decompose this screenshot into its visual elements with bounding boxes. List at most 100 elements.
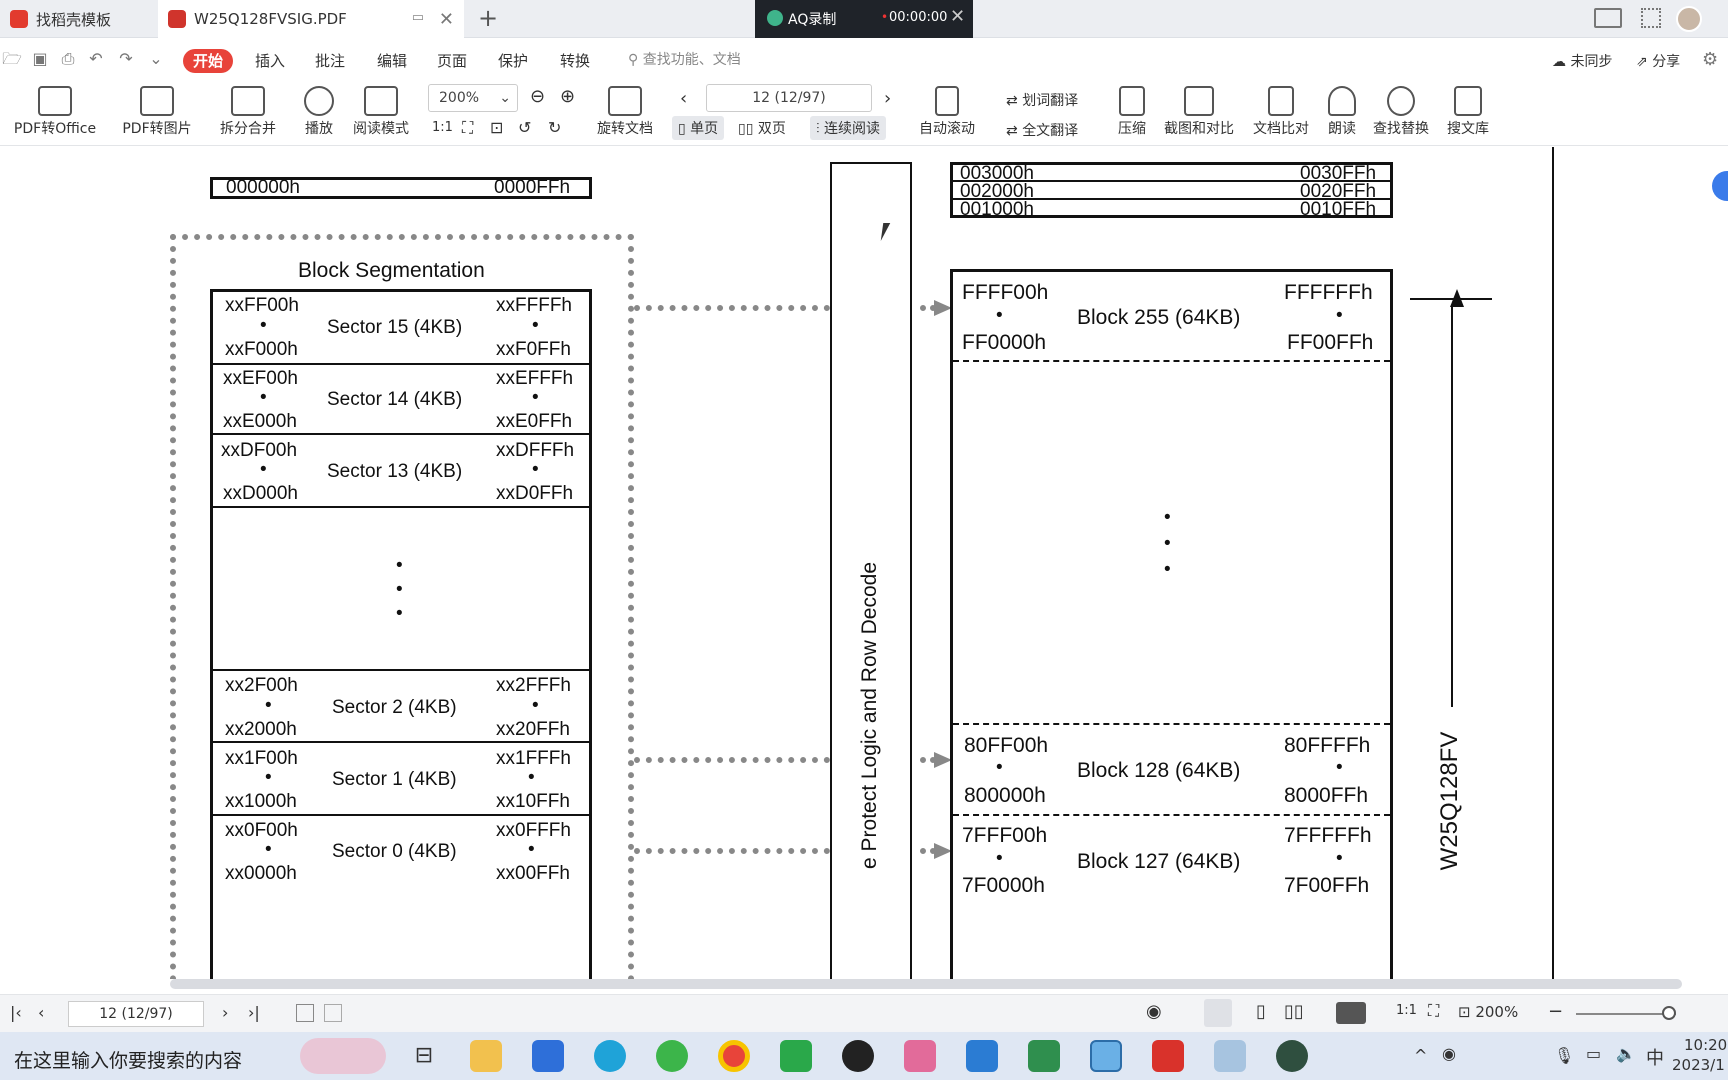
back-icon[interactable] [296,1004,314,1022]
file-explorer-icon[interactable] [470,1040,502,1072]
zoom-select[interactable]: ⊡ 200% [1458,1003,1518,1021]
ime-indicator[interactable]: 中 [1646,1044,1664,1070]
rotate-left-icon[interactable]: ↺ [518,118,531,137]
zoom-slider-track[interactable] [1576,1013,1676,1015]
next-page-icon[interactable]: › [222,1003,228,1022]
tray-app-icon[interactable]: ◉ [1442,1044,1456,1063]
read-aloud-button[interactable]: 朗读 [1324,86,1360,138]
rotate-right-icon[interactable]: ↻ [548,118,561,137]
close-recording-icon[interactable]: ✕ [950,6,965,27]
prev-page-icon[interactable]: ‹ [38,1003,44,1022]
last-page-icon[interactable]: ›| [248,1003,260,1022]
next-page-icon[interactable]: › [884,88,891,109]
rotate-doc-button[interactable]: 旋转文档 [590,86,660,138]
window-layout-icon[interactable] [1594,8,1622,28]
chrome-icon[interactable] [718,1040,750,1072]
recorder-app-icon[interactable] [1276,1040,1308,1072]
wps-icon[interactable] [1152,1040,1184,1072]
close-tab-icon[interactable]: ✕ [439,9,454,30]
settings-gear-icon[interactable]: ⚙ [1702,49,1718,70]
button-label: 压缩 [1118,121,1146,137]
bilibili-icon[interactable] [904,1040,936,1072]
vscode-icon[interactable] [966,1040,998,1072]
fit-page-icon[interactable]: ⛶ [462,118,473,138]
find-replace-button[interactable]: 查找替换 [1370,86,1432,138]
full-translate-button[interactable]: ⇄ 全文翻译 [1006,120,1078,140]
first-page-icon[interactable]: |‹ [10,1003,22,1022]
microphone-tray-icon[interactable]: 🎙 [1554,1046,1574,1065]
feature-search[interactable]: ⚲ 查找功能、文档 [628,49,741,69]
store-icon[interactable] [532,1040,564,1072]
wechat-icon[interactable] [656,1040,688,1072]
split-merge-button[interactable]: 拆分合并 [210,86,286,138]
volume-mute-icon[interactable]: 🔈 [1616,1044,1636,1063]
open-folder-icon[interactable]: 🗁 [2,49,22,69]
eye-protect-icon[interactable]: ◉ [1146,1001,1162,1022]
tab-template[interactable]: 找稻壳模板 [0,0,152,38]
sync-status[interactable]: ☁ 未同步 [1552,51,1612,71]
auto-scroll-button[interactable]: 自动滚动 [912,86,982,138]
forward-icon[interactable] [324,1004,342,1022]
continuous-read-button[interactable]: ⫶ 连续阅读 [810,116,886,140]
undo-icon[interactable]: ↶ [86,49,106,69]
menu-protect[interactable]: 保护 [498,49,528,73]
task-view-icon[interactable]: ⊟ [408,1040,440,1072]
status-page-input[interactable]: 12 (12/97) [68,1001,204,1027]
keil-icon[interactable] [1028,1040,1060,1072]
display-icon[interactable]: ▭ [1586,1044,1601,1063]
print-icon[interactable]: ⎙ [58,49,78,69]
single-page-button[interactable]: ▯ 单页 [672,116,725,140]
stm32-tool-icon[interactable] [1090,1040,1122,1072]
fit-page-icon[interactable]: ⛶ [1428,1001,1439,1021]
horizontal-scrollbar[interactable] [170,979,1682,989]
actual-size-icon[interactable]: 1:1 [1396,1003,1417,1018]
actual-size-icon[interactable]: 1:1 [432,120,453,135]
menu-edit[interactable]: 编辑 [377,49,407,73]
continuous-view-icon[interactable] [1204,999,1232,1027]
grid-apps-icon[interactable] [1641,8,1661,28]
quick-access-dropdown-icon[interactable]: ⌄ [146,49,166,69]
paint-icon[interactable] [1214,1040,1246,1072]
menu-insert[interactable]: 插入 [255,49,285,73]
edge-browser-icon[interactable] [594,1040,626,1072]
fit-width-icon[interactable]: ⊡ [490,118,503,137]
taskbar-search[interactable]: 在这里输入你要搜索的内容 [14,1046,242,1073]
tab-pdf[interactable]: W25Q128FVSIG.PDF ▭ ✕ [158,0,464,38]
double-view-icon[interactable]: ▯▯ [1284,1001,1304,1022]
menu-annotate[interactable]: 批注 [315,49,345,73]
play-slideshow-icon[interactable] [1336,1002,1366,1024]
xbox-icon[interactable] [780,1040,812,1072]
save-icon[interactable]: ▣ [30,49,50,69]
double-page-button[interactable]: ▯▯ 双页 [738,118,786,138]
pdf-to-image-button[interactable]: PDF转图片 [118,86,196,138]
screenshot-compare-button[interactable]: 截图和对比 [1160,86,1238,138]
page-input[interactable]: 12 (12/97) [706,84,872,112]
zoom-slider-handle[interactable] [1662,1006,1676,1020]
zoom-out-icon[interactable]: − [1548,1001,1563,1022]
block-address: FFFFFFh [1284,281,1373,304]
single-view-icon[interactable]: ▯ [1256,1001,1266,1022]
doc-compare-button[interactable]: 文档比对 [1250,86,1312,138]
menu-convert[interactable]: 转换 [560,49,590,73]
search-library-button[interactable]: 搜文库 [1444,86,1492,138]
new-tab-icon[interactable]: + [478,4,498,32]
share-button[interactable]: ⇗ 分享 [1636,51,1680,71]
pin-icon[interactable]: ▭ [412,10,424,25]
compress-button[interactable]: 压缩 [1112,86,1152,138]
word-translate-button[interactable]: ⇄ 划词翻译 [1006,90,1078,110]
read-mode-button[interactable]: 阅读模式 [350,86,412,138]
play-button[interactable]: 播放 [298,86,340,138]
zoom-out-icon[interactable]: ⊖ [530,86,545,107]
zoom-in-icon[interactable]: ⊕ [560,86,575,107]
tray-chevron-icon[interactable]: ^ [1414,1046,1427,1065]
redo-icon[interactable]: ↷ [116,49,136,69]
zoom-select[interactable]: 200% ⌄ [428,84,518,112]
menu-page[interactable]: 页面 [437,49,467,73]
prev-page-icon[interactable]: ‹ [680,88,687,109]
menu-home[interactable]: 开始 [183,49,234,73]
pdf-to-office-button[interactable]: PDF转Office [6,86,104,138]
qq-icon[interactable] [842,1040,874,1072]
side-assistant-icon[interactable] [1712,171,1728,201]
pdf-page-view[interactable]: 000000h 0000FFh Block Segmentation xxFF0… [0,147,1728,979]
avatar[interactable] [1676,6,1702,32]
